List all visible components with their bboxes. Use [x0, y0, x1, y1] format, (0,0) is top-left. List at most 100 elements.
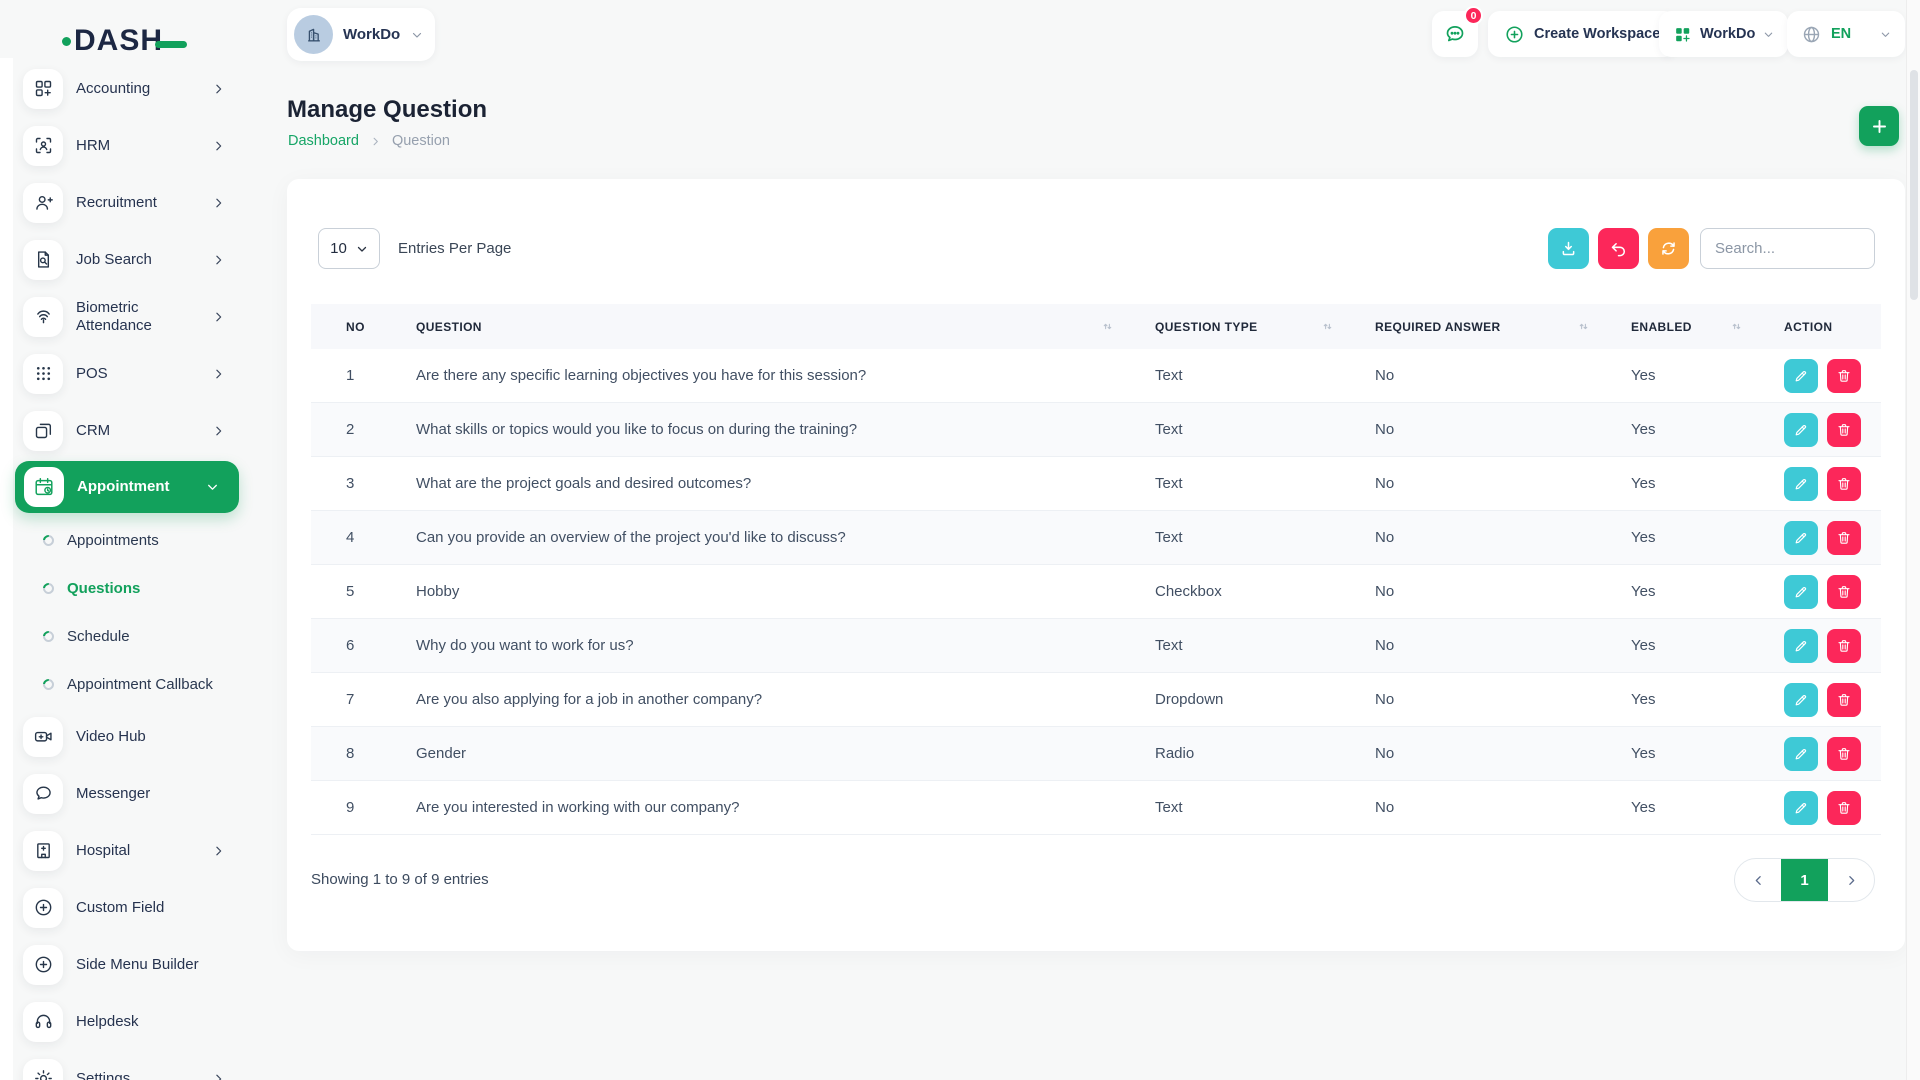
cell-question-type: Checkbox [1120, 565, 1340, 619]
chevron-down-icon [1763, 29, 1774, 40]
edit-button[interactable] [1784, 521, 1818, 555]
sidebar-item-helpdesk[interactable]: Helpdesk [0, 993, 258, 1050]
edit-button[interactable] [1784, 629, 1818, 663]
sidebar-item-hrm[interactable]: HRM [0, 117, 258, 174]
undo-button[interactable] [1598, 228, 1639, 269]
cell-question: Are there any specific learning objectiv… [381, 349, 1120, 403]
cell-no: 6 [311, 619, 381, 673]
breadcrumb-dashboard-link[interactable]: Dashboard [288, 133, 359, 149]
table-row: 5 Hobby Checkbox No Yes [311, 565, 1881, 619]
hrm-icon [23, 126, 63, 166]
sidebar-item-recruitment[interactable]: Recruitment [0, 174, 258, 231]
sidebar-subitem-appointment-callback[interactable]: Appointment Callback [0, 660, 258, 708]
edit-button[interactable] [1784, 737, 1818, 771]
chevron-right-icon [212, 139, 225, 152]
export-download-button[interactable] [1548, 228, 1589, 269]
sidebar-item-appointment[interactable]: Appointment [15, 461, 239, 513]
edit-button[interactable] [1784, 467, 1818, 501]
cell-enabled: Yes [1596, 727, 1749, 781]
add-question-button[interactable] [1859, 106, 1899, 146]
sidebar-item-job-search[interactable]: Job Search [0, 231, 258, 288]
delete-button[interactable] [1827, 521, 1861, 555]
edit-button[interactable] [1784, 791, 1818, 825]
cell-no: 4 [311, 511, 381, 565]
recruitment-icon [23, 183, 63, 223]
cell-question-type: Text [1120, 403, 1340, 457]
sort-icon[interactable] [1577, 320, 1590, 333]
entries-per-page-select[interactable]: 10 [318, 228, 380, 269]
table-row: 3 What are the project goals and desired… [311, 457, 1881, 511]
logo-dot [62, 37, 71, 46]
bullet-icon [41, 676, 56, 691]
sidebar-item-hospital[interactable]: Hospital [0, 822, 258, 879]
sidebar-item-side-menu-builder[interactable]: Side Menu Builder [0, 936, 258, 993]
sidebar-item-crm[interactable]: CRM [0, 402, 258, 459]
sort-icon[interactable] [1730, 320, 1743, 333]
pagination-next-button[interactable] [1828, 859, 1874, 901]
bullet-icon [41, 628, 56, 643]
refresh-button[interactable] [1648, 228, 1689, 269]
refresh-icon [1659, 239, 1678, 258]
edit-button[interactable] [1784, 683, 1818, 717]
pagination-page-1[interactable]: 1 [1781, 859, 1828, 901]
scrollbar-thumb[interactable] [1910, 70, 1918, 300]
table-row: 9 Are you interested in working with our… [311, 781, 1881, 835]
create-workspace-button[interactable]: Create Workspace [1488, 11, 1676, 57]
plus-icon [1870, 117, 1889, 136]
breadcrumb-current: Question [392, 133, 450, 149]
trash-icon [1836, 476, 1852, 492]
notifications-button[interactable]: 0 [1432, 11, 1478, 57]
plus-circle-icon [23, 888, 63, 928]
sidebar-item-settings[interactable]: Settings [0, 1050, 258, 1080]
delete-button[interactable] [1827, 413, 1861, 447]
pencil-icon [1793, 692, 1809, 708]
pencil-icon [1793, 422, 1809, 438]
workspace-selector[interactable]: WorkDo [287, 8, 435, 61]
cell-required-answer: No [1340, 403, 1596, 457]
delete-button[interactable] [1827, 683, 1861, 717]
delete-button[interactable] [1827, 791, 1861, 825]
sidebar-subitem-appointments[interactable]: Appointments [0, 516, 258, 564]
column-header-question[interactable]: QUESTION [381, 304, 1120, 349]
language-selector[interactable]: EN [1787, 11, 1905, 57]
cell-question: Are you interested in working with our c… [381, 781, 1120, 835]
workspace-menu-label: WorkDo [1700, 26, 1755, 42]
cell-enabled: Yes [1596, 403, 1749, 457]
cell-enabled: Yes [1596, 457, 1749, 511]
column-header-enabled[interactable]: ENABLED [1596, 304, 1749, 349]
sidebar-item-pos[interactable]: POS [0, 345, 258, 402]
chevron-right-icon [212, 82, 225, 95]
edit-button[interactable] [1784, 413, 1818, 447]
pencil-icon [1793, 638, 1809, 654]
sidebar-item-biometric-attendance[interactable]: Biometric Attendance [0, 288, 258, 345]
edit-button[interactable] [1784, 359, 1818, 393]
delete-button[interactable] [1827, 575, 1861, 609]
sidebar-item-video-hub[interactable]: Video Hub [0, 708, 258, 765]
sort-icon[interactable] [1101, 320, 1114, 333]
cell-action [1749, 565, 1881, 619]
workspace-menu-button[interactable]: WorkDo [1659, 11, 1788, 57]
cell-enabled: Yes [1596, 511, 1749, 565]
video-camera-icon [23, 717, 63, 757]
search-input[interactable] [1700, 228, 1875, 269]
pencil-icon [1793, 368, 1809, 384]
cell-enabled: Yes [1596, 349, 1749, 403]
delete-button[interactable] [1827, 467, 1861, 501]
delete-button[interactable] [1827, 629, 1861, 663]
page-scrollbar[interactable] [1906, 0, 1920, 1080]
delete-button[interactable] [1827, 359, 1861, 393]
sidebar-subitem-questions[interactable]: Questions [0, 564, 258, 612]
sidebar-item-messenger[interactable]: Messenger [0, 765, 258, 822]
sidebar-item-accounting[interactable]: Accounting [0, 60, 258, 117]
edit-button[interactable] [1784, 575, 1818, 609]
column-header-required-answer[interactable]: REQUIRED ANSWER [1340, 304, 1596, 349]
pagination-previous-button[interactable] [1735, 859, 1781, 901]
column-header-question-type[interactable]: QUESTION TYPE [1120, 304, 1340, 349]
delete-button[interactable] [1827, 737, 1861, 771]
sidebar-item-custom-field[interactable]: Custom Field [0, 879, 258, 936]
sidebar-subitem-schedule[interactable]: Schedule [0, 612, 258, 660]
sort-icon[interactable] [1321, 320, 1334, 333]
cell-required-answer: No [1340, 565, 1596, 619]
cell-no: 9 [311, 781, 381, 835]
cell-action [1749, 403, 1881, 457]
